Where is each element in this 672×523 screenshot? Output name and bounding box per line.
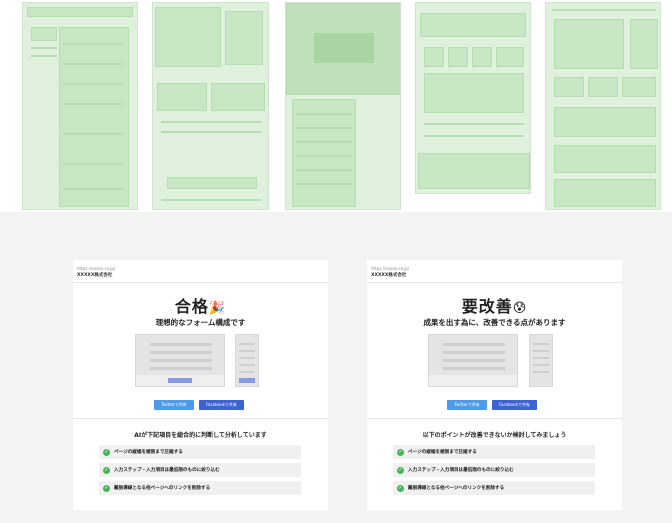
verdict-title: 合格🎉 [73, 293, 328, 317]
check-item-text: ページの縦幅を極限まで圧縮する [408, 450, 477, 455]
verdict-subtitle: 理想的なフォーム構成です [155, 318, 246, 327]
smartphone-layout-preview [235, 334, 259, 387]
wireframe-thumbnails [0, 0, 672, 212]
divider [73, 418, 328, 419]
check-icon: ✓ [103, 484, 110, 492]
wireframe-thumbnail-2 [152, 2, 269, 210]
smartphone-layout-preview [529, 334, 553, 387]
check-item-text: 入力ステップ・入力項目は最低限のものに絞り込む [408, 468, 514, 473]
diagnosis-results: https://xxxxx.co.jp/ XXXXX株式会社 合格🎉 理想的なフ… [0, 212, 672, 523]
check-item-text: ページの縦幅を極限まで圧縮する [114, 450, 183, 455]
pc-layout-preview [135, 334, 225, 387]
divider [367, 282, 622, 283]
twitter-share-button[interactable]: Twitterで共有 [154, 400, 194, 410]
site-url: https://xxxxx.co.jp/ [371, 266, 410, 271]
check-item-text: 入力ステップ・入力項目は最低限のものに絞り込む [114, 468, 220, 473]
verdict-title: 要改善😰 [367, 293, 622, 317]
result-card-pass: https://xxxxx.co.jp/ XXXXX株式会社 合格🎉 理想的なフ… [61, 250, 340, 515]
result-card-needs-improvement: https://xxxxx.co.jp/ XXXXX株式会社 要改善😰 成果を出… [355, 250, 634, 515]
check-icon: ✓ [103, 466, 110, 474]
check-icon: ✓ [397, 466, 404, 474]
wireframe-thumbnail-4 [415, 2, 531, 194]
cta-block [239, 378, 255, 383]
check-icon: ✓ [103, 448, 110, 456]
pc-layout-preview [428, 334, 518, 387]
check-icon: ✓ [397, 484, 404, 492]
verdict-text: 要改善 [461, 297, 513, 316]
divider [367, 418, 622, 419]
check-item-text: 離脱導線となる他ページへのリンクを削除する [408, 486, 505, 491]
check-icon: ✓ [397, 448, 404, 456]
company-name: XXXXX株式会社 [371, 273, 407, 278]
wireframe-thumbnail-1 [22, 2, 138, 210]
analysis-heading: AIが下記項目を総合的に判断して分析しています [134, 432, 267, 439]
facebook-share-button[interactable]: Facebookで共有 [199, 400, 244, 410]
cta-block [168, 378, 192, 383]
wireframe-thumbnail-3 [285, 2, 401, 210]
party-popper-icon: 🎉 [208, 301, 227, 316]
anxious-face-icon: 😰 [512, 301, 528, 316]
wireframe-thumbnail-5 [545, 2, 661, 210]
verdict-subtitle: 成果を出す為に、改善できる点があります [423, 318, 566, 327]
check-item: ✓ 離脱導線となる他ページへのリンクを削除する [393, 481, 595, 495]
twitter-share-button[interactable]: Twitterで共有 [447, 400, 487, 410]
check-item: ✓ 離脱導線となる他ページへのリンクを削除する [99, 481, 301, 495]
divider [73, 282, 328, 283]
site-url: https://xxxxx.co.jp/ [77, 266, 116, 271]
company-name: XXXXX株式会社 [77, 273, 113, 278]
check-item: ✓ 入力ステップ・入力項目は最低限のものに絞り込む [393, 463, 595, 477]
check-item: ✓ 入力ステップ・入力項目は最低限のものに絞り込む [99, 463, 301, 477]
check-item-text: 離脱導線となる他ページへのリンクを削除する [114, 486, 211, 491]
check-item: ✓ ページの縦幅を極限まで圧縮する [393, 445, 595, 459]
check-item: ✓ ページの縦幅を極限まで圧縮する [99, 445, 301, 459]
facebook-share-button[interactable]: Facebookで共有 [492, 400, 537, 410]
verdict-text: 合格 [174, 297, 209, 316]
analysis-heading: 以下のポイントが改善できないか検討してみましょう [422, 432, 567, 439]
